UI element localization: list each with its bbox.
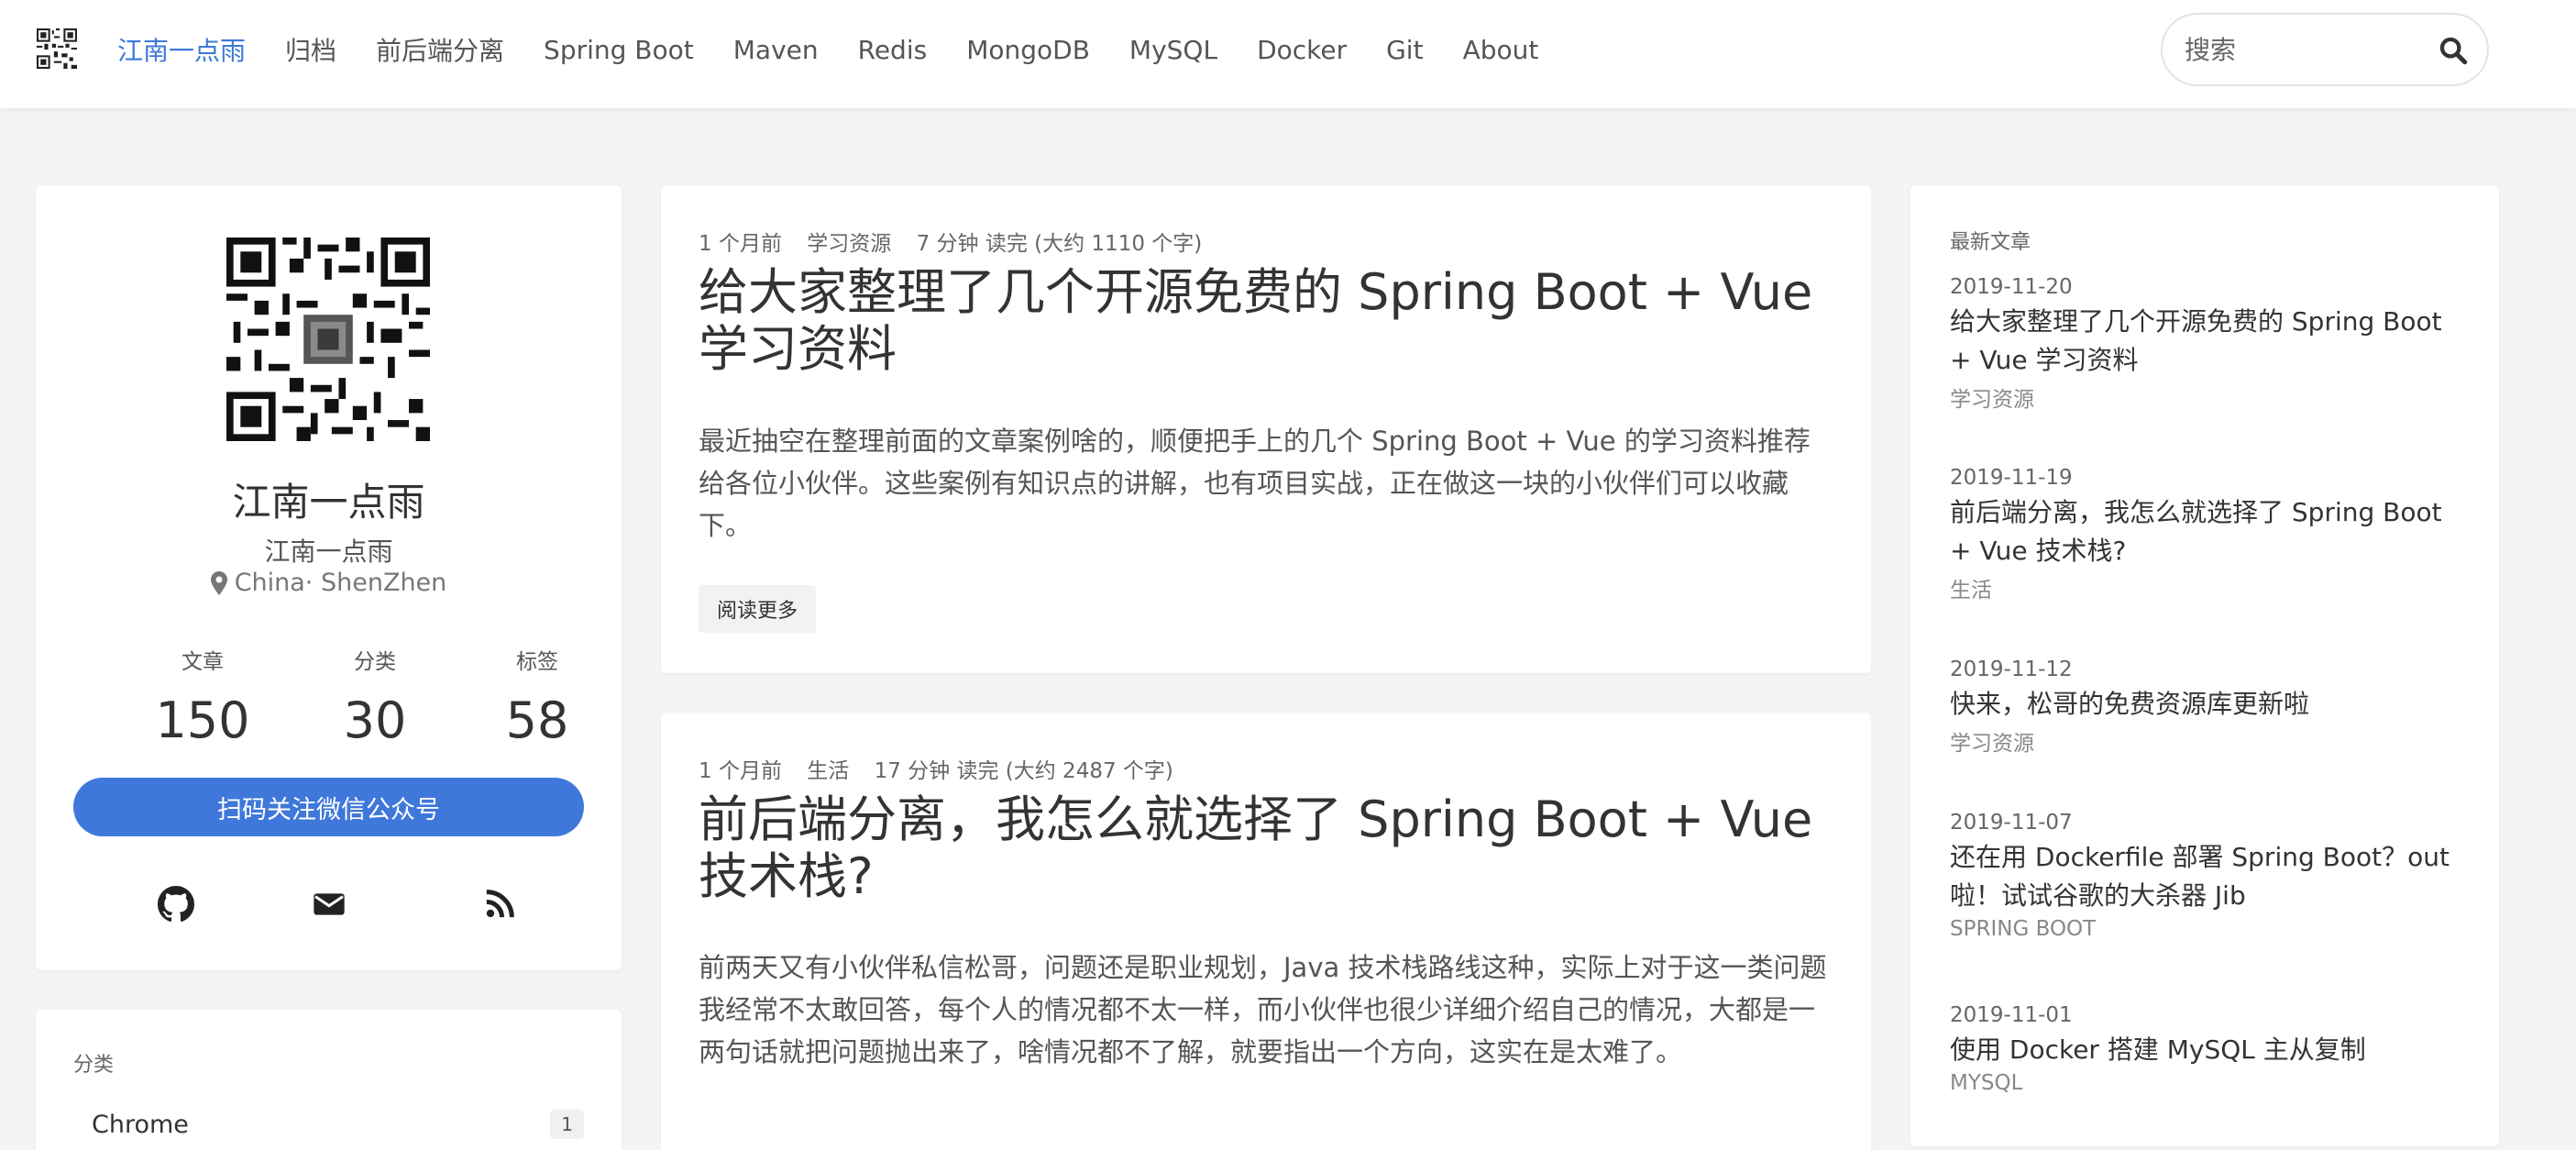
- latest-article-item: 2019-11-20 给大家整理了几个开源免费的 Spring Boot + V…: [1950, 275, 2463, 413]
- article-title-link[interactable]: 前后端分离，我怎么就选择了 Spring Boot + Vue 技术栈?: [1950, 493, 2463, 570]
- profile-name: 江南一点雨: [232, 480, 425, 525]
- article-date: 2019-11-20: [1950, 275, 2073, 299]
- rss-icon[interactable]: [481, 886, 518, 923]
- post-meta: 1 个月前 生活 17 分钟 读完 (大约 2487 个字): [699, 753, 1192, 784]
- stat-categories[interactable]: 分类 30: [283, 644, 467, 749]
- latest-articles-title: 最新文章: [1950, 231, 2031, 254]
- nav-link-redis[interactable]: Redis: [858, 35, 928, 65]
- category-name: Chrome: [92, 1110, 189, 1139]
- top-navbar: 江南一点雨 归档 前后端分离 Spring Boot Maven Redis M…: [0, 0, 2576, 108]
- nav-link-spring-boot[interactable]: Spring Boot: [544, 35, 694, 65]
- qr-logo-icon[interactable]: [37, 28, 77, 69]
- article-title-link[interactable]: 快来，松哥的免费资源库更新啦: [1950, 685, 2463, 724]
- article-date: 2019-11-01: [1950, 1003, 2073, 1027]
- latest-article-item: 2019-11-07 还在用 Dockerfile 部署 Spring Boot…: [1950, 811, 2463, 941]
- profile-card: 江南一点雨 江南一点雨 China· ShenZhen 文章 150 分类 30…: [36, 185, 622, 970]
- read-more-button[interactable]: 阅读更多: [699, 585, 817, 633]
- map-marker-icon: [210, 570, 227, 595]
- article-date: 2019-11-19: [1950, 466, 2073, 490]
- stat-value: 30: [343, 691, 407, 749]
- post-title-link[interactable]: 前后端分离，我怎么就选择了 Spring Boot + Vue 技术栈?: [699, 791, 1835, 905]
- category-item-chrome[interactable]: Chrome 1: [73, 1101, 584, 1147]
- post-meta: 1 个月前 学习资源 7 分钟 读完 (大约 1110 个字): [699, 226, 1220, 257]
- post-title-link[interactable]: 给大家整理了几个开源免费的 Spring Boot + Vue 学习资料: [699, 264, 1835, 378]
- article-title-link[interactable]: 给大家整理了几个开源免费的 Spring Boot + Vue 学习资料: [1950, 303, 2463, 380]
- nav-link-archive[interactable]: 归档: [285, 31, 336, 68]
- nav-link-docker[interactable]: Docker: [1257, 35, 1347, 65]
- stat-value: 58: [505, 691, 569, 749]
- post-time: 1 个月前: [699, 759, 782, 783]
- profile-location: China· ShenZhen: [36, 569, 622, 597]
- post-card: 1 个月前 生活 17 分钟 读完 (大约 2487 个字) 前后端分离，我怎么…: [661, 713, 1871, 1150]
- nav-link-about[interactable]: About: [1463, 35, 1539, 65]
- post-excerpt: 最近抽空在整理前面的文章案例啥的，顺便把手上的几个 Spring Boot + …: [699, 426, 1811, 541]
- article-date: 2019-11-07: [1950, 811, 2073, 835]
- post-card: 1 个月前 学习资源 7 分钟 读完 (大约 1110 个字) 给大家整理了几个…: [661, 185, 1871, 673]
- nav-link-mongodb[interactable]: MongoDB: [966, 35, 1090, 65]
- category-card: 分类 Chrome 1: [36, 1010, 622, 1150]
- post-time: 1 个月前: [699, 232, 782, 256]
- latest-article-item: 2019-11-19 前后端分离，我怎么就选择了 Spring Boot + V…: [1950, 466, 2463, 603]
- search-input[interactable]: [2185, 34, 2432, 65]
- nav-link-git[interactable]: Git: [1386, 35, 1423, 65]
- github-icon[interactable]: [158, 886, 194, 923]
- wechat-qr-code-icon: [226, 238, 430, 441]
- search-icon[interactable]: [2438, 35, 2469, 66]
- post-category-link[interactable]: 学习资源: [807, 232, 891, 256]
- latest-articles-card: 最新文章 2019-11-20 给大家整理了几个开源免费的 Spring Boo…: [1910, 185, 2499, 1146]
- article-category-link[interactable]: 学习资源: [1950, 381, 2463, 413]
- category-count-badge: 1: [550, 1110, 584, 1139]
- post-category-link[interactable]: 生活: [807, 759, 849, 783]
- nav-link-mysql[interactable]: MySQL: [1129, 35, 1217, 65]
- envelope-icon[interactable]: [311, 886, 347, 923]
- post-reading-time: 17 分钟 读完 (大约 2487 个字): [874, 759, 1173, 783]
- category-card-title: 分类: [73, 1054, 115, 1077]
- nav-link-frontend-backend[interactable]: 前后端分离: [376, 31, 504, 68]
- stat-tags[interactable]: 标签 58: [446, 644, 629, 749]
- article-category-link[interactable]: 生活: [1950, 572, 2463, 603]
- profile-subtitle: 江南一点雨: [264, 536, 393, 567]
- follow-wechat-button[interactable]: 扫码关注微信公众号: [73, 778, 584, 836]
- article-category-link[interactable]: MYSQL: [1950, 1071, 2463, 1095]
- nav-link-home[interactable]: 江南一点雨: [117, 31, 246, 68]
- latest-article-item: 2019-11-12 快来，松哥的免费资源库更新啦 学习资源: [1950, 658, 2463, 757]
- article-title-link[interactable]: 还在用 Dockerfile 部署 Spring Boot？out 啦！试试谷歌…: [1950, 838, 2463, 915]
- stat-articles[interactable]: 文章 150: [111, 644, 294, 749]
- stat-label: 文章: [182, 650, 224, 674]
- article-category-link[interactable]: SPRING BOOT: [1950, 917, 2463, 941]
- location-text: China· ShenZhen: [234, 569, 447, 597]
- post-excerpt: 前两天又有小伙伴私信松哥，问题还是职业规划，Java 技术栈路线这种，实际上对于…: [699, 952, 1827, 1067]
- article-category-link[interactable]: 学习资源: [1950, 725, 2463, 757]
- stat-label: 标签: [516, 650, 558, 674]
- article-date: 2019-11-12: [1950, 658, 2073, 681]
- article-title-link[interactable]: 使用 Docker 搭建 MySQL 主从复制: [1950, 1031, 2463, 1069]
- latest-article-item: 2019-11-01 使用 Docker 搭建 MySQL 主从复制 MYSQL: [1950, 1003, 2463, 1095]
- nav-links: 江南一点雨 归档 前后端分离 Spring Boot Maven Redis M…: [117, 0, 1578, 99]
- stat-value: 150: [155, 691, 250, 749]
- stat-label: 分类: [354, 650, 396, 674]
- search-box: [2161, 13, 2489, 86]
- nav-link-maven[interactable]: Maven: [733, 35, 819, 65]
- post-reading-time: 7 分钟 读完 (大约 1110 个字): [916, 232, 1203, 256]
